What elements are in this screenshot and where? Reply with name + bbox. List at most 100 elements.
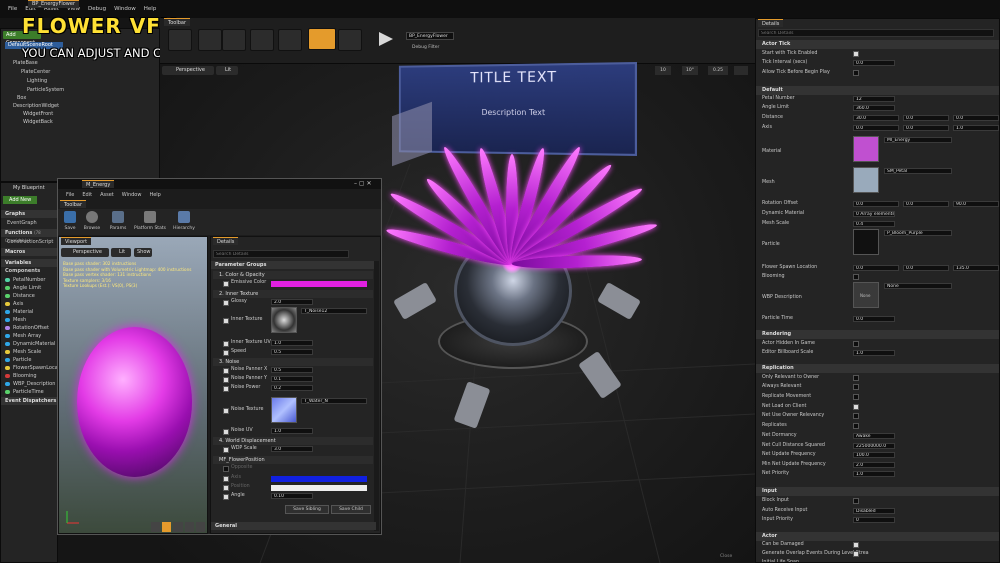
mesh-preview-button[interactable] xyxy=(195,522,206,532)
event-graph-item[interactable]: EventGraph xyxy=(7,220,37,226)
sphere-preview-button[interactable] xyxy=(162,522,172,532)
class-defaults-button[interactable] xyxy=(338,29,362,51)
details-section-header[interactable]: Default xyxy=(756,86,999,95)
tree-item-platecenter[interactable]: PlateCenter xyxy=(21,69,50,75)
debug-object-select[interactable]: BP_EnergyFlower xyxy=(406,32,454,40)
compile-button[interactable] xyxy=(168,29,192,51)
variable-item[interactable]: Material xyxy=(5,309,33,315)
variable-item[interactable]: FlowerSpawnLocation xyxy=(5,365,57,371)
details-value-field[interactable]: 0.4 xyxy=(853,221,895,227)
details-checkbox[interactable] xyxy=(853,394,859,400)
variable-item[interactable]: Mesh Array xyxy=(5,333,41,339)
details-value-field[interactable]: 12 xyxy=(853,96,895,102)
details-value-field[interactable]: Disabled xyxy=(853,508,895,514)
details-checkbox[interactable] xyxy=(853,498,859,504)
snap-grid-value[interactable]: 10 xyxy=(655,66,671,75)
save-icon[interactable] xyxy=(64,211,76,223)
asset-select[interactable]: None xyxy=(884,283,952,289)
my-blueprint-tab[interactable]: My Blueprint xyxy=(3,184,45,192)
menu-debug[interactable]: Debug xyxy=(88,6,106,12)
param-override-checkbox[interactable] xyxy=(223,377,229,383)
save-button[interactable] xyxy=(198,29,222,51)
menu-help[interactable]: Help xyxy=(144,6,157,12)
viewport-lit-button[interactable]: Lit xyxy=(216,66,238,75)
toolbar-tab[interactable]: Toolbar xyxy=(164,18,191,26)
save-sibling-button[interactable]: Save Sibling xyxy=(285,505,329,514)
graphs-section[interactable]: Graphs xyxy=(1,210,57,218)
variable-item[interactable]: ParticleTime xyxy=(5,389,44,395)
details-value-field[interactable]: 1.0 xyxy=(853,471,895,477)
param-value-field[interactable]: 0.1 xyxy=(271,376,313,382)
vector-y-field[interactable]: 0.0 xyxy=(903,115,949,121)
variable-item[interactable]: DynamicMaterial xyxy=(5,341,55,347)
tree-item-lighting[interactable]: Lighting xyxy=(27,78,47,84)
parameter-groups-header[interactable]: Parameter Groups xyxy=(211,261,376,269)
param-value-field[interactable]: 0.5 xyxy=(271,367,313,373)
details-checkbox[interactable] xyxy=(853,341,859,347)
texture-thumbnail[interactable] xyxy=(271,307,297,333)
details-value-field[interactable]: 0 xyxy=(853,517,895,523)
variable-item[interactable]: Distance xyxy=(5,293,35,299)
browse-button[interactable] xyxy=(222,29,246,51)
viewport-perspective-button[interactable]: Perspective xyxy=(162,66,214,75)
variable-item[interactable]: WBP_Description xyxy=(5,381,55,387)
asset-tab[interactable]: BP_EnergyFlower xyxy=(28,0,79,8)
details-checkbox[interactable] xyxy=(853,542,859,548)
vector-x-field[interactable]: 0.0 xyxy=(853,201,899,207)
asset-thumbnail[interactable] xyxy=(853,229,879,255)
mat-viewport-tab[interactable]: Viewport xyxy=(61,237,92,245)
emissive-color-swatch[interactable] xyxy=(271,281,367,287)
add-new-button[interactable]: Add New xyxy=(3,196,37,204)
details-tab[interactable]: Details xyxy=(758,19,784,27)
mat-toolbar-tab[interactable]: Toolbar xyxy=(60,200,87,208)
param-value-field[interactable]: 0.10 xyxy=(271,493,313,499)
mat-editor-tab[interactable]: M_Energy xyxy=(82,180,115,188)
variable-item[interactable]: Blooming xyxy=(5,373,37,379)
param-override-checkbox[interactable] xyxy=(223,386,229,392)
vector-y-field[interactable]: 0.0 xyxy=(903,265,949,271)
param-override-checkbox[interactable] xyxy=(223,466,229,472)
details-checkbox[interactable] xyxy=(853,404,859,410)
menu-window[interactable]: Window xyxy=(114,6,136,12)
details-value-field[interactable]: 0 Array elements xyxy=(853,211,895,217)
vector-x-field[interactable]: 0.0 xyxy=(853,125,899,131)
tree-item-particlesystem[interactable]: ParticleSystem xyxy=(27,87,64,93)
details-value-field[interactable]: 225000000.0 xyxy=(853,443,895,449)
mat-menu-edit[interactable]: Edit xyxy=(82,192,92,198)
param-override-checkbox[interactable] xyxy=(223,476,229,482)
axis-color-swatch[interactable] xyxy=(271,476,367,482)
texture-select[interactable]: T_Water_N xyxy=(301,398,367,404)
params-icon[interactable] xyxy=(112,211,124,223)
details-value-field[interactable]: 0.0 xyxy=(853,316,895,322)
param-value-field[interactable]: 1.0 xyxy=(271,340,313,346)
tree-item-widgetback[interactable]: WidgetBack xyxy=(23,119,53,125)
param-value-field[interactable]: 0.5 xyxy=(271,349,313,355)
details-checkbox[interactable] xyxy=(853,375,859,381)
details-value-field[interactable]: Awake xyxy=(853,433,895,439)
details-value-field[interactable]: 100.0 xyxy=(853,452,895,458)
mat-menu-asset[interactable]: Asset xyxy=(100,192,114,198)
details-section-header[interactable]: Rendering xyxy=(756,330,999,339)
param-value-field[interactable]: 3.0 xyxy=(271,446,313,452)
vector-x-field[interactable]: 30.0 xyxy=(853,115,899,121)
mat-menu-window[interactable]: Window xyxy=(122,192,142,198)
param-group-header[interactable]: 4. World Displacement xyxy=(213,437,373,445)
param-override-checkbox[interactable] xyxy=(223,281,229,287)
vector-x-field[interactable]: 0.0 xyxy=(853,265,899,271)
details-value-field[interactable]: 1.0 xyxy=(853,350,895,356)
general-section[interactable]: General xyxy=(211,522,376,530)
variable-item[interactable]: Axis xyxy=(5,301,23,307)
mat-viewport[interactable]: Viewport Perspective Lit Show Base pass … xyxy=(58,236,208,534)
find-button[interactable] xyxy=(278,29,302,51)
param-value-field[interactable]: 2.0 xyxy=(271,299,313,305)
variable-item[interactable]: Angle Limit xyxy=(5,285,41,291)
diff-button[interactable] xyxy=(250,29,274,51)
param-override-checkbox[interactable] xyxy=(223,318,229,324)
details-search-input[interactable] xyxy=(758,29,994,37)
mat-menu-help[interactable]: Help xyxy=(149,192,160,198)
tree-item-widgetfront[interactable]: WidgetFront xyxy=(23,111,53,117)
details-value-field[interactable]: 0.0 xyxy=(853,60,895,66)
vector-y-field[interactable]: 0.0 xyxy=(903,125,949,131)
texture-select[interactable]: T_Noise12 xyxy=(301,308,367,314)
snap-angle-value[interactable]: 10° xyxy=(682,66,698,75)
